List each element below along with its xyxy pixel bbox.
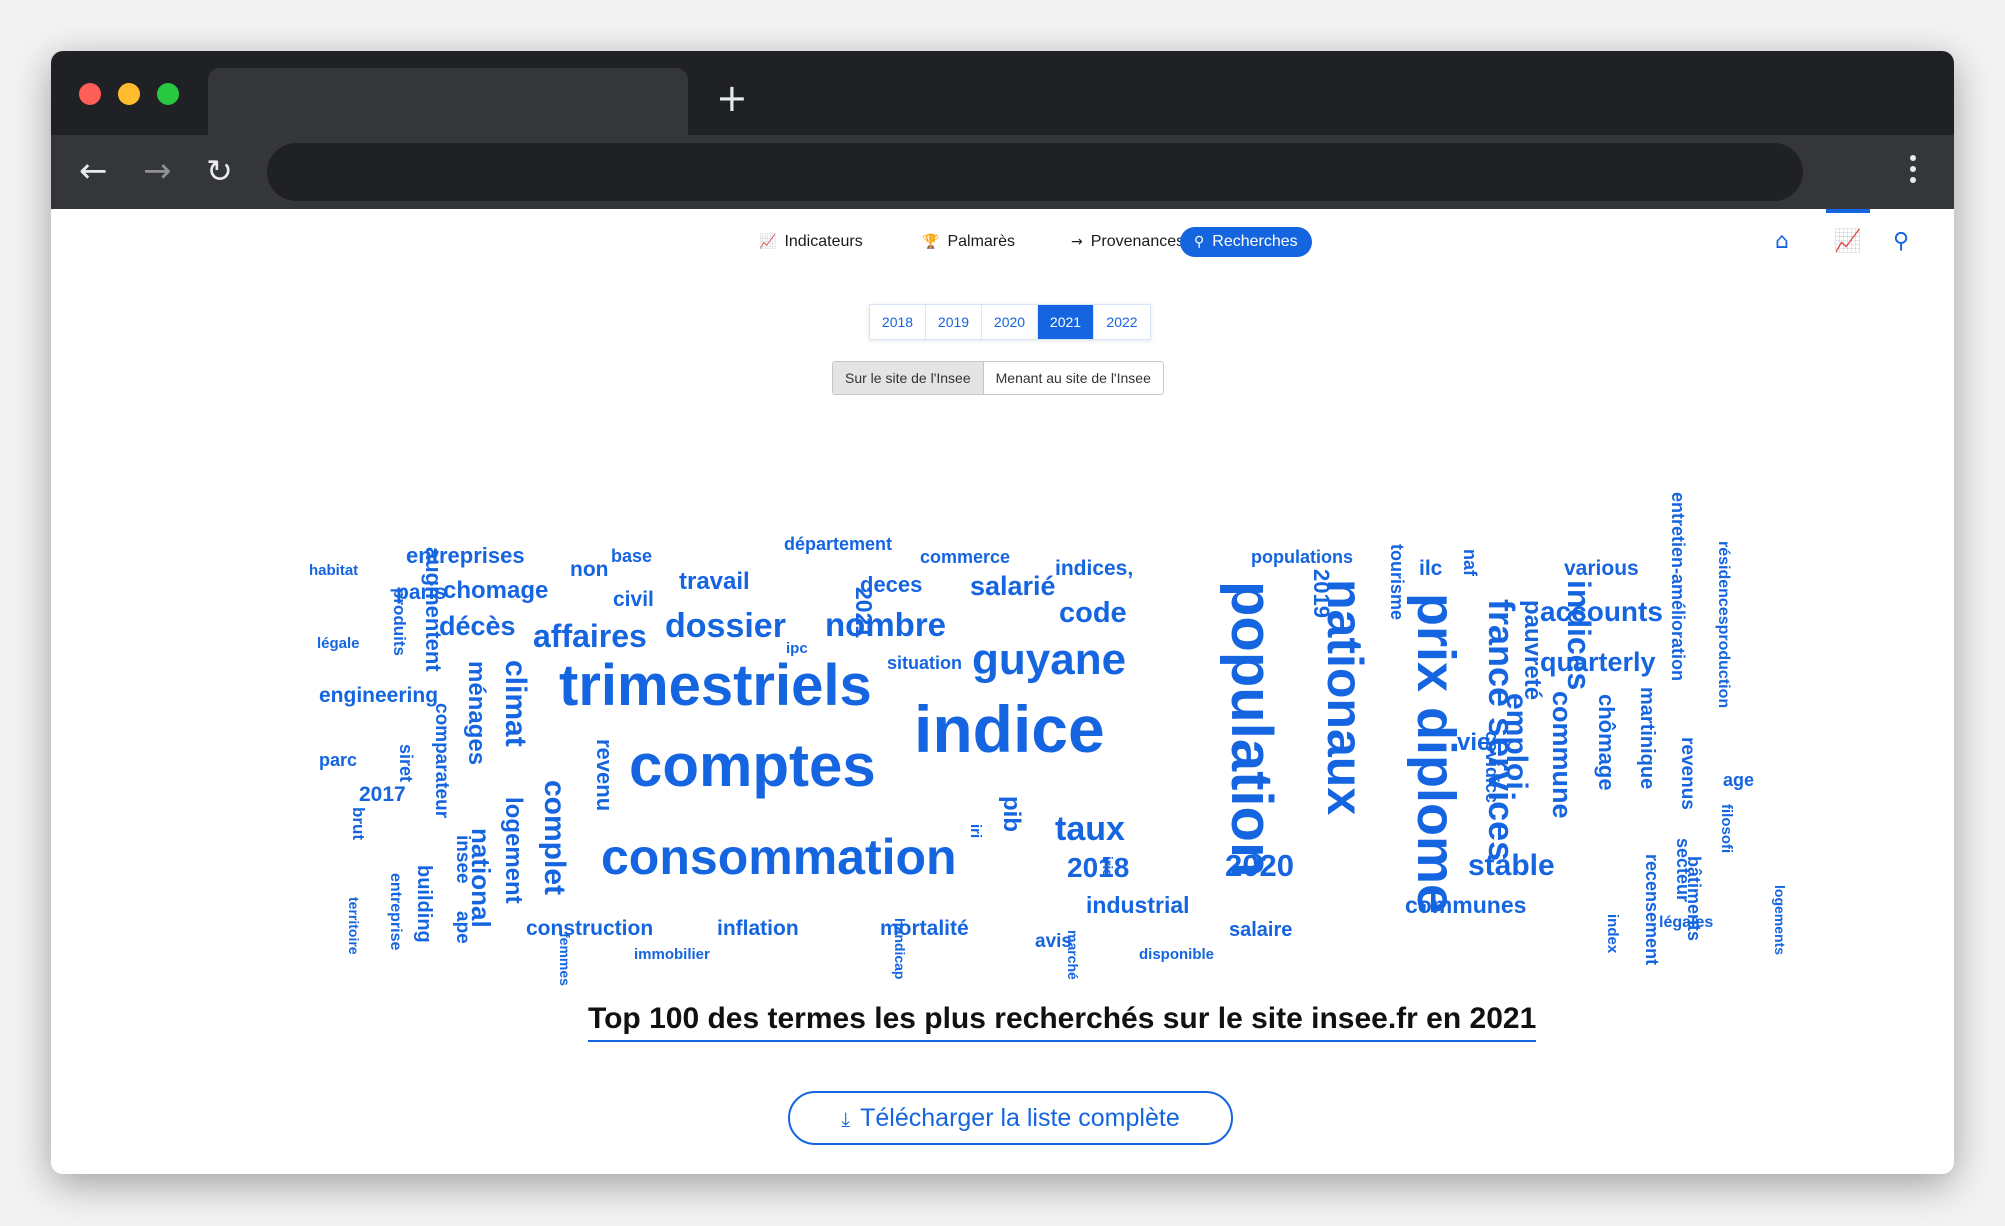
cloud-word[interactable]: iri	[967, 824, 984, 838]
cloud-word[interactable]: comptes	[629, 736, 876, 796]
cloud-word[interactable]: paris	[396, 582, 446, 603]
browser-window: + ← → ↻ 📈 Indicateurs 🏆 Palmarès → Prove…	[51, 51, 1954, 1174]
download-button[interactable]: ⤓ Télécharger la liste complète	[788, 1091, 1233, 1145]
cloud-word[interactable]: parc	[319, 751, 357, 769]
browser-tab[interactable]	[208, 68, 688, 135]
minimize-window-button[interactable]	[118, 83, 140, 105]
cloud-word[interactable]: iris	[1100, 856, 1116, 877]
cloud-word[interactable]: ape	[452, 911, 473, 944]
cloud-word[interactable]: guyane	[972, 638, 1126, 682]
cloud-word[interactable]: salarié	[970, 573, 1056, 600]
cloud-word[interactable]: construction	[526, 918, 653, 939]
cloud-word[interactable]: inflation	[717, 918, 799, 939]
cloud-word[interactable]: territoire	[346, 897, 362, 955]
cloud-word[interactable]: communes	[1405, 894, 1526, 917]
browser-toolbar: ← → ↻	[51, 135, 1954, 209]
cloud-word[interactable]: building	[413, 865, 435, 943]
cloud-word[interactable]: non	[570, 559, 608, 580]
cloud-word[interactable]: revenus	[1677, 737, 1698, 810]
cloud-word[interactable]: décès	[439, 613, 516, 640]
cloud-word[interactable]: département	[784, 535, 892, 553]
cloud-word[interactable]: martinique	[1636, 687, 1658, 789]
cloud-word[interactable]: consommation	[601, 832, 957, 882]
cloud-word[interactable]: chômage	[1594, 694, 1619, 791]
download-icon: ⤓	[841, 1107, 851, 1131]
cloud-word[interactable]: légale	[317, 636, 360, 651]
cloud-word[interactable]: prix diplome	[1406, 593, 1466, 914]
browser-menu-icon[interactable]	[1910, 155, 1916, 188]
cloud-word[interactable]: marché	[1065, 930, 1081, 980]
cloud-word[interactable]: insee	[452, 835, 473, 884]
cloud-title: Top 100 des termes les plus recherchés s…	[588, 1002, 1537, 1042]
cloud-word[interactable]: pib	[998, 796, 1025, 832]
cloud-word[interactable]: légales	[1659, 915, 1713, 931]
page-content: 📈 Indicateurs 🏆 Palmarès → Provenances ⚲…	[51, 209, 1954, 1174]
cloud-word[interactable]: dossier	[665, 609, 786, 643]
cloud-word[interactable]: code	[1059, 599, 1127, 628]
download-label: Télécharger la liste complète	[860, 1104, 1180, 1132]
cloud-word[interactable]: logement	[500, 797, 527, 904]
cloud-word[interactable]: entreprise	[387, 873, 404, 950]
cloud-word[interactable]: 2020	[1225, 850, 1294, 881]
cloud-word[interactable]: industrial	[1086, 894, 1190, 917]
cloud-word[interactable]: emploi	[1500, 693, 1533, 790]
cloud-word[interactable]: tourisme	[1387, 544, 1407, 620]
cloud-word[interactable]: siret	[396, 744, 416, 782]
cloud-word[interactable]: civil	[613, 589, 654, 610]
cloud-word[interactable]: 2017	[359, 784, 406, 805]
cloud-word[interactable]: affaires	[533, 620, 647, 652]
cloud-word[interactable]: immobilier	[634, 947, 710, 962]
cloud-word[interactable]: revenu	[592, 739, 617, 811]
forward-icon[interactable]: →	[143, 151, 172, 191]
cloud-word[interactable]: accounts	[1540, 598, 1663, 626]
cloud-word[interactable]: covidicc	[1482, 731, 1502, 803]
cloud-word[interactable]: comparateur	[431, 703, 452, 818]
maximize-window-button[interactable]	[157, 83, 179, 105]
cloud-word[interactable]: base	[611, 547, 652, 565]
cloud-word[interactable]: recensement	[1642, 854, 1662, 965]
close-window-button[interactable]	[79, 83, 101, 105]
cloud-word[interactable]: résidencesproduction	[1715, 541, 1732, 708]
cloud-word[interactable]: indice	[914, 696, 1105, 762]
cloud-word[interactable]: population	[1219, 581, 1284, 877]
cloud-word[interactable]: nombre	[825, 608, 946, 641]
new-tab-icon[interactable]: +	[716, 79, 748, 117]
cloud-word[interactable]: ménages	[463, 661, 490, 765]
cloud-word[interactable]: nationaux	[1317, 579, 1373, 815]
cloud-word[interactable]: logements	[1772, 885, 1788, 955]
cloud-word[interactable]: handicap	[892, 918, 908, 979]
cloud-word[interactable]: entreprises	[406, 545, 525, 567]
title-bar: +	[51, 51, 1954, 135]
cloud-word[interactable]: trimestriels	[559, 657, 872, 715]
cloud-word[interactable]: situation	[887, 654, 962, 672]
cloud-word[interactable]: travail	[679, 570, 750, 594]
cloud-word[interactable]: salaire	[1229, 920, 1292, 940]
back-icon[interactable]: ←	[79, 151, 108, 191]
cloud-word[interactable]: habitat	[309, 563, 358, 578]
cloud-word[interactable]: index	[1604, 914, 1621, 953]
cloud-word[interactable]: chomage	[443, 579, 548, 603]
cloud-word[interactable]: quarterly	[1540, 649, 1656, 676]
cloud-word[interactable]: brut	[349, 807, 368, 840]
cloud-word[interactable]: age	[1723, 771, 1754, 789]
cloud-word[interactable]: ilc	[1419, 558, 1442, 579]
cloud-word[interactable]: climat	[499, 660, 532, 747]
cloud-word[interactable]: femmes	[557, 933, 573, 986]
cloud-word[interactable]: filosofi	[1718, 804, 1735, 853]
cloud-word[interactable]: commune	[1547, 691, 1577, 819]
cloud-word[interactable]: indices,	[1055, 558, 1133, 579]
cloud-word[interactable]: complet	[538, 780, 571, 895]
cloud-word[interactable]: populations	[1251, 548, 1353, 566]
cloud-word[interactable]: engineering	[319, 685, 438, 706]
cloud-word[interactable]: taux	[1055, 812, 1125, 846]
cloud-word[interactable]: 2018	[1067, 854, 1129, 882]
cloud-word[interactable]: stable	[1468, 851, 1555, 881]
cloud-word[interactable]: various	[1564, 558, 1639, 579]
reload-icon[interactable]: ↻	[206, 151, 233, 191]
cloud-word[interactable]: entretien-amélioration	[1668, 492, 1688, 681]
cloud-word[interactable]: commerce	[920, 548, 1010, 566]
address-bar[interactable]	[267, 143, 1803, 201]
cloud-word[interactable]: disponible	[1139, 947, 1214, 962]
cloud-word[interactable]: naf	[1460, 549, 1480, 576]
